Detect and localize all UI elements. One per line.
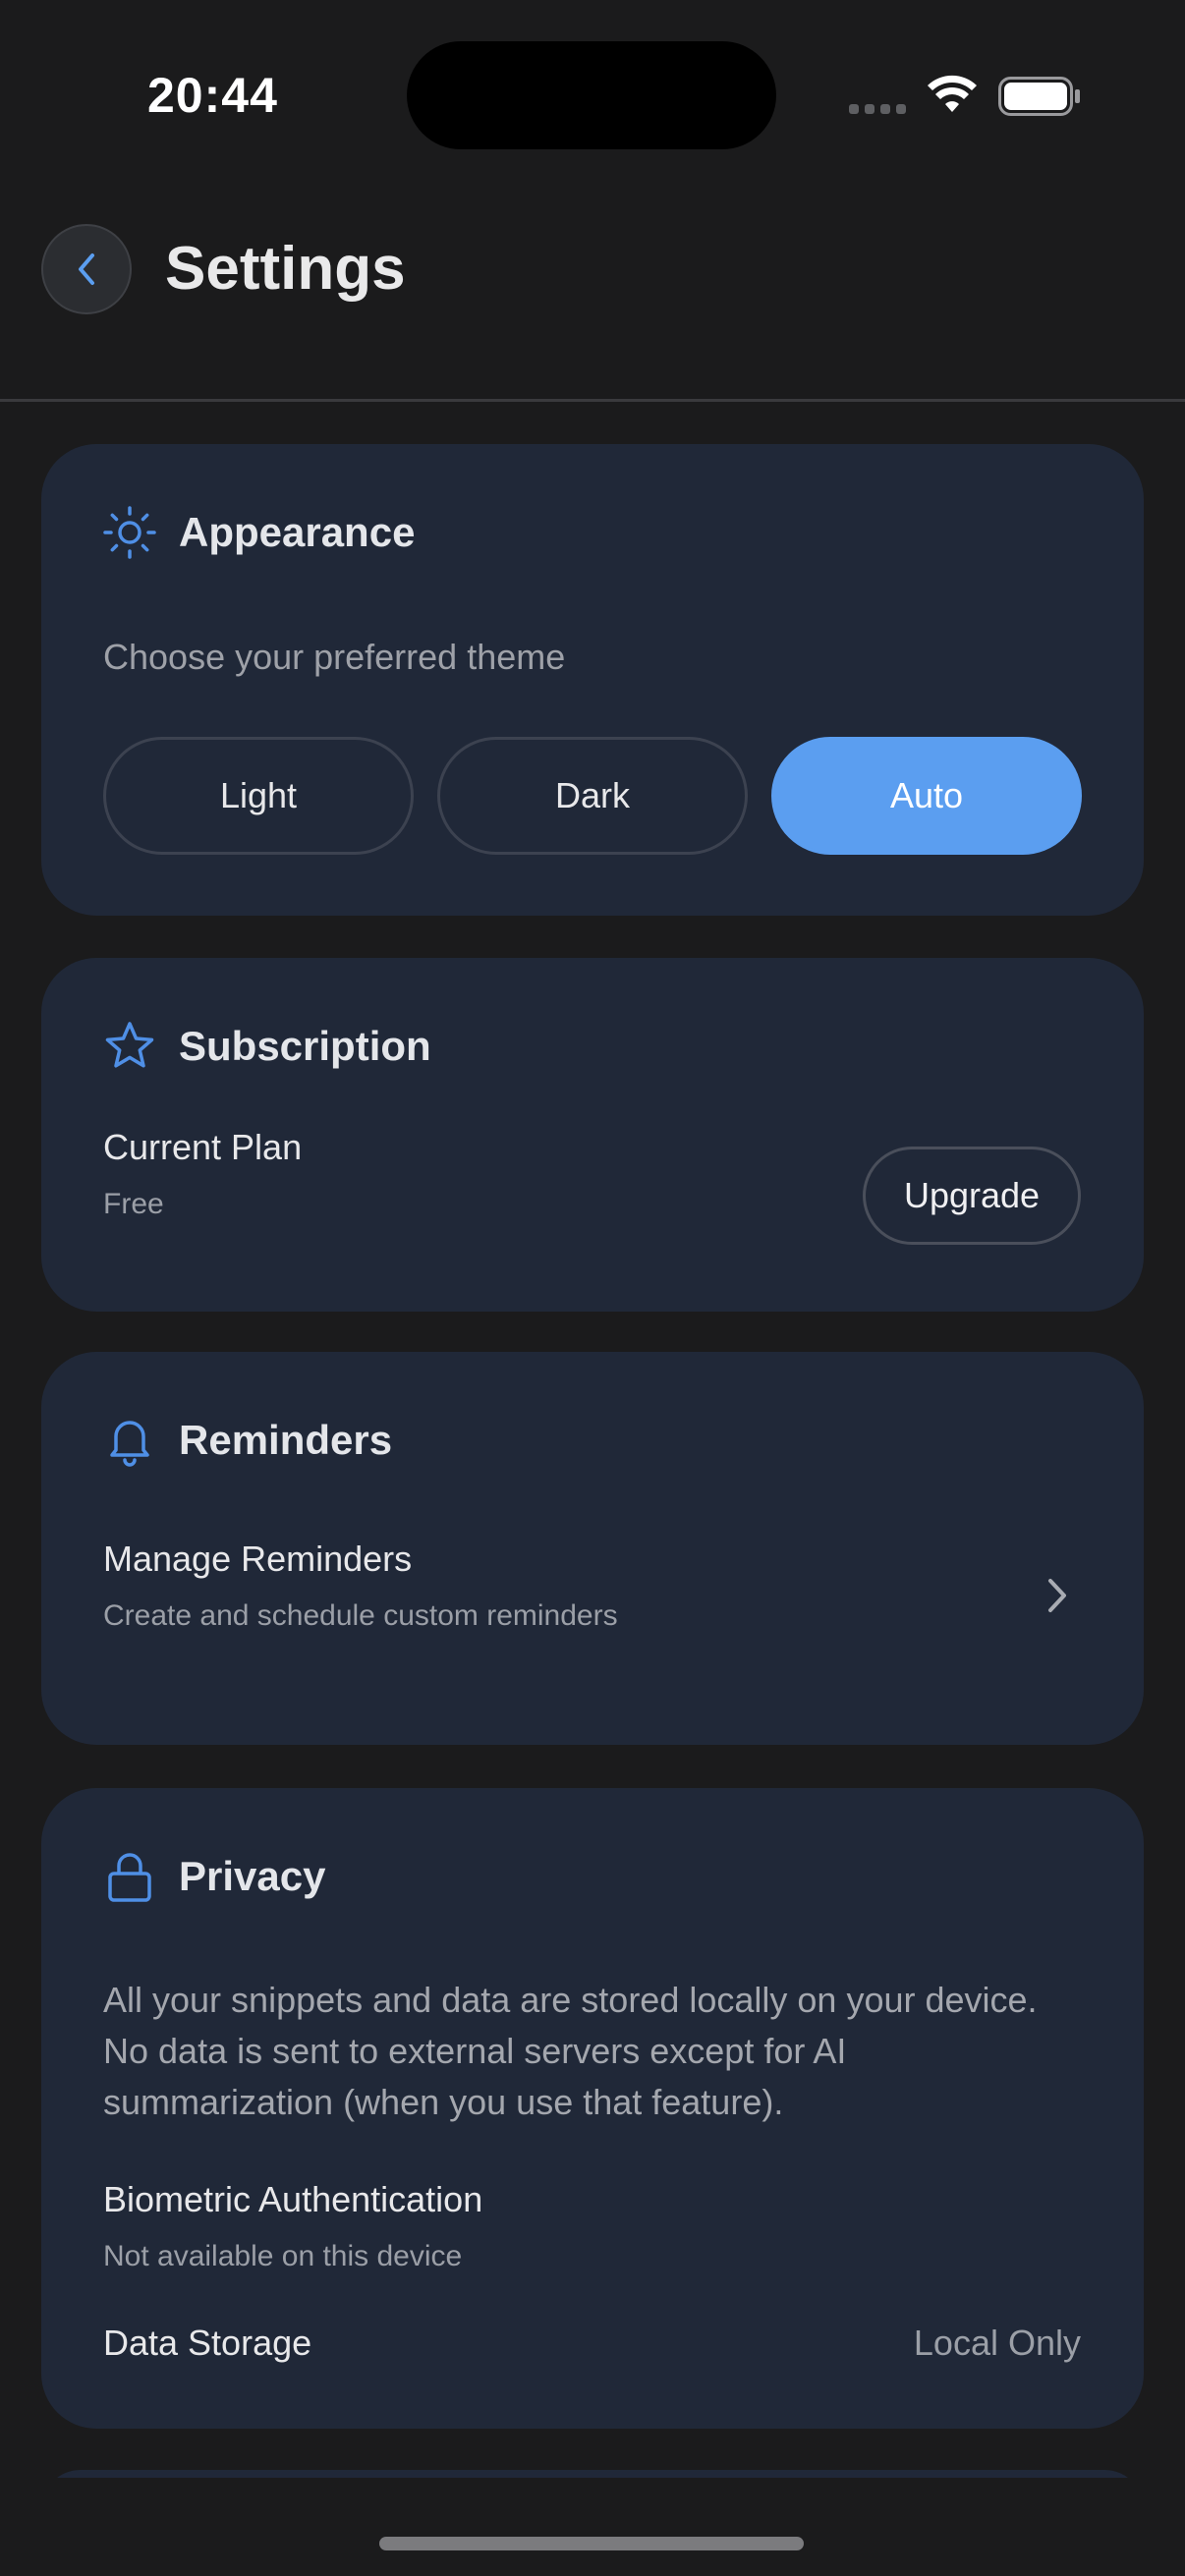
manage-reminders-row[interactable]: Manage Reminders Create and schedule cus… bbox=[41, 1539, 1144, 1656]
data-storage-value: Local Only bbox=[913, 2323, 1081, 2363]
upgrade-button[interactable]: Upgrade bbox=[863, 1147, 1081, 1245]
reminders-header: Reminders bbox=[102, 1413, 392, 1468]
theme-description: Choose your preferred theme bbox=[103, 637, 566, 677]
appearance-header: Appearance bbox=[102, 505, 415, 560]
theme-light-button[interactable]: Light bbox=[103, 737, 414, 855]
theme-auto-button[interactable]: Auto bbox=[771, 737, 1082, 855]
chevron-right-icon bbox=[1048, 1579, 1066, 1612]
data-storage-label: Data Storage bbox=[103, 2323, 312, 2363]
star-icon bbox=[102, 1019, 157, 1074]
subscription-card: Subscription Current Plan Free Upgrade bbox=[41, 958, 1144, 1312]
dynamic-island bbox=[407, 41, 776, 149]
page-title: Settings bbox=[165, 235, 406, 303]
theme-dark-button[interactable]: Dark bbox=[437, 737, 748, 855]
sun-icon bbox=[102, 505, 157, 560]
privacy-header: Privacy bbox=[102, 1849, 325, 1904]
bell-icon bbox=[102, 1413, 157, 1468]
chevron-left-icon bbox=[79, 253, 94, 285]
current-plan-label: Current Plan bbox=[103, 1127, 303, 1167]
reminders-card: Reminders Manage Reminders Create and sc… bbox=[41, 1352, 1144, 1745]
home-indicator[interactable] bbox=[379, 2537, 804, 2550]
biometric-auth-label: Biometric Authentication bbox=[103, 2179, 483, 2219]
privacy-description: All your snippets and data are stored lo… bbox=[103, 1980, 1038, 2122]
header-divider bbox=[0, 399, 1185, 402]
theme-selector: Light Dark Auto bbox=[103, 737, 1082, 855]
manage-reminders-title: Manage Reminders bbox=[103, 1539, 413, 1579]
appearance-card: Appearance Choose your preferred theme L… bbox=[41, 444, 1144, 916]
subscription-title: Subscription bbox=[179, 1023, 431, 1069]
status-time: 20:44 bbox=[147, 68, 278, 123]
appearance-title: Appearance bbox=[179, 509, 416, 555]
privacy-title: Privacy bbox=[179, 1853, 326, 1899]
back-button[interactable] bbox=[41, 224, 132, 314]
bottom-area bbox=[0, 2478, 1185, 2576]
battery-icon bbox=[998, 77, 1080, 116]
manage-reminders-subtitle: Create and schedule custom reminders bbox=[103, 1599, 618, 1632]
reminders-title: Reminders bbox=[179, 1417, 393, 1463]
privacy-card: Privacy All your snippets and data are s… bbox=[41, 1788, 1144, 2429]
lock-icon bbox=[102, 1849, 157, 1904]
wifi-icon bbox=[928, 75, 977, 112]
current-plan-value: Free bbox=[103, 1188, 164, 1220]
subscription-header: Subscription bbox=[102, 1019, 431, 1074]
biometric-auth-status: Not available on this device bbox=[103, 2240, 463, 2272]
cellular-signal-icon bbox=[849, 104, 906, 114]
